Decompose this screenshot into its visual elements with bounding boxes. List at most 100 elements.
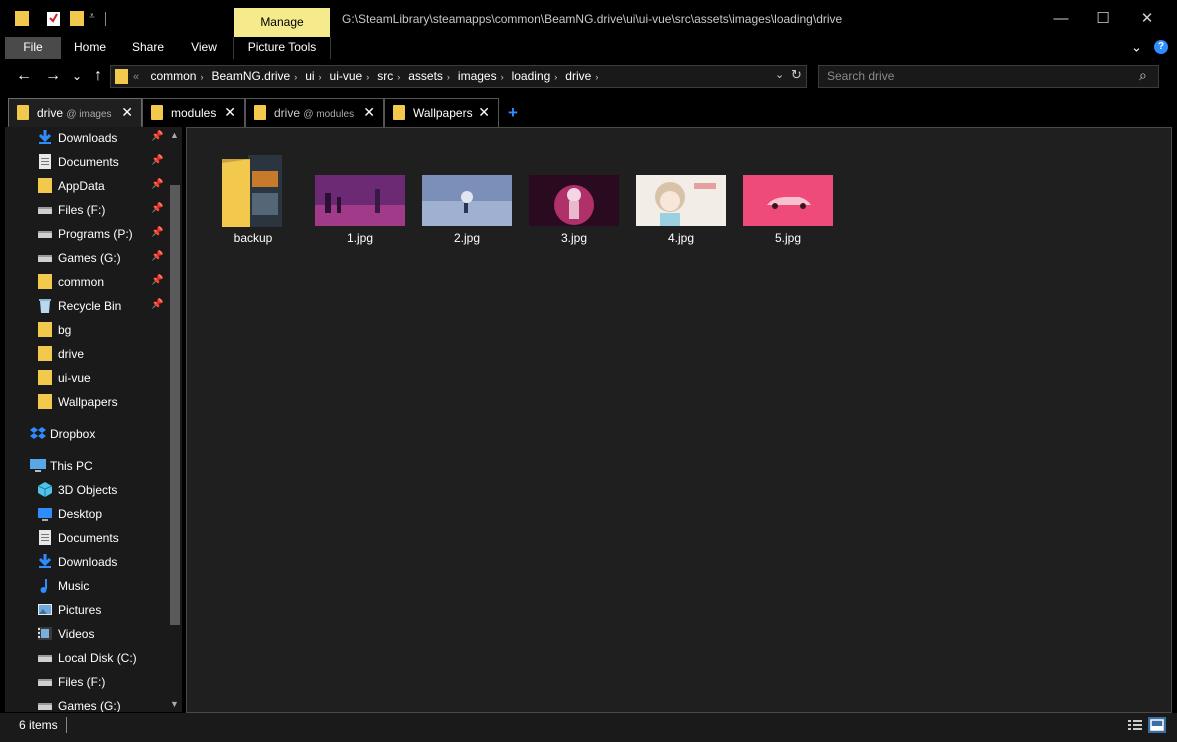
pin-icon[interactable]: 📌 [151,155,163,166]
sidebar-item-desktop[interactable]: Desktop [5,503,165,525]
breadcrumb-overflow[interactable]: « [133,71,139,83]
folder-tab-strip: drive @ images ✕ modules ✕ drive @ modul… [0,94,1177,127]
breadcrumb-item[interactable]: src [377,69,393,83]
breadcrumb-item[interactable]: drive [565,69,591,83]
tab-wallpapers[interactable]: Wallpapers ✕ [384,98,499,127]
address-dropdown-icon[interactable]: ⌄ [775,68,784,81]
sidebar-item-documents[interactable]: Documents [5,527,165,549]
sidebar-item-label: common [58,275,105,289]
pin-icon[interactable]: 📌 [151,179,163,190]
breadcrumb-separator[interactable]: › [319,72,322,82]
sidebar-item-appdata[interactable]: AppData 📌 [5,175,165,197]
breadcrumb-separator[interactable]: › [200,72,203,82]
forward-button[interactable]: → [43,66,63,86]
search-input[interactable]: Search drive ⌕ [818,65,1159,88]
sidebar-item-videos[interactable]: Videos [5,623,165,645]
sidebar-item-dropbox[interactable]: Dropbox [5,423,165,445]
breadcrumb-item[interactable]: BeamNG.drive [211,69,290,83]
large-icons-view-icon[interactable] [1148,717,1166,733]
sidebar-item-downloads[interactable]: Downloads 📌 [5,127,165,149]
home-tab[interactable]: Home [68,37,112,59]
sidebar-item-drive[interactable]: drive [5,343,165,365]
sidebar-item-games-g[interactable]: Games (G:) 📌 [5,247,165,269]
breadcrumb-item[interactable]: ui-vue [330,69,363,83]
pin-icon[interactable]: 📌 [151,275,163,286]
scroll-down-icon[interactable]: ▼ [170,699,179,709]
file-item-backup[interactable]: backup [205,146,301,256]
back-button[interactable]: ← [14,66,34,86]
pin-icon[interactable]: 📌 [151,299,163,310]
sidebar-item-bg[interactable]: bg [5,319,165,341]
maximize-button[interactable]: ☐ [1080,0,1126,37]
sidebar-scrollbar[interactable]: ▲ ▼ [168,127,182,712]
picture-tools-tab[interactable]: Picture Tools [234,37,330,59]
file-item-1[interactable]: 1.jpg [312,146,408,256]
refresh-icon[interactable]: ↻ [791,67,802,83]
new-tab-icon[interactable]: + [508,103,518,123]
breadcrumb-separator[interactable]: › [397,72,400,82]
breadcrumb-separator[interactable]: › [554,72,557,82]
sidebar-item-files-f[interactable]: Files (F:) [5,671,165,693]
file-list[interactable]: backup 1.jpg 2.jpg 3.jpg 4.jpg 5.jpg [186,127,1172,713]
file-tab[interactable]: File [5,37,61,59]
breadcrumb-separator[interactable]: › [294,72,297,82]
view-tab[interactable]: View [184,37,224,59]
sidebar-item-ui-vue[interactable]: ui-vue [5,367,165,389]
details-view-icon[interactable] [1126,717,1144,733]
tab-subtitle: @ modules [303,109,355,120]
breadcrumb-item[interactable]: ui [305,69,314,83]
breadcrumb-item[interactable]: assets [408,69,443,83]
pin-icon[interactable]: 📌 [151,251,163,262]
sidebar-item-wallpapers[interactable]: Wallpapers [5,391,165,413]
sidebar-item-common[interactable]: common 📌 [5,271,165,293]
sidebar-item-files-f[interactable]: Files (F:) 📌 [5,199,165,221]
close-tab-icon[interactable]: ✕ [478,104,490,121]
file-item-5[interactable]: 5.jpg [740,146,836,256]
pin-icon[interactable]: 📌 [151,131,163,142]
breadcrumb-separator[interactable]: › [501,72,504,82]
breadcrumb-item[interactable]: images [458,69,497,83]
sidebar-item-this-pc[interactable]: This PC [5,455,165,477]
sidebar-item-pictures[interactable]: Pictures [5,599,165,621]
sidebar-item-music[interactable]: Music [5,575,165,597]
breadcrumb-separator[interactable]: › [366,72,369,82]
address-bar[interactable]: « common › BeamNG.drive › ui › ui-vue › src › asse… [110,65,807,88]
3d-objects-icon [37,482,53,497]
breadcrumb-item[interactable]: common [150,69,196,83]
recent-locations-button[interactable]: ⌄ [70,66,84,86]
help-icon[interactable]: ? [1154,40,1168,54]
minimize-button[interactable]: — [1038,0,1084,37]
close-tab-icon[interactable]: ✕ [121,104,133,121]
close-button[interactable]: ✕ [1124,0,1170,37]
tab-drive-images[interactable]: drive @ images ✕ [8,98,142,127]
file-item-3[interactable]: 3.jpg [526,146,622,256]
new-folder-icon[interactable] [70,10,84,26]
pin-icon[interactable]: 📌 [151,203,163,214]
sidebar-item-programs-p[interactable]: Programs (P:) 📌 [5,223,165,245]
close-tab-icon[interactable]: ✕ [224,104,236,121]
folder-icon[interactable] [15,10,29,26]
up-button[interactable]: ↑ [88,66,108,86]
tab-drive-modules[interactable]: drive @ modules ✕ [245,98,384,127]
breadcrumb-item[interactable]: loading [512,69,551,83]
properties-icon[interactable] [47,10,60,26]
share-tab[interactable]: Share [126,37,170,59]
file-item-4[interactable]: 4.jpg [633,146,729,256]
pin-icon[interactable]: 📌 [151,227,163,238]
manage-tab[interactable]: Manage [234,8,330,37]
file-item-2[interactable]: 2.jpg [419,146,515,256]
sidebar-item-downloads[interactable]: Downloads [5,551,165,573]
close-tab-icon[interactable]: ✕ [363,104,375,121]
sidebar-item-recycle-bin[interactable]: Recycle Bin 📌 [5,295,165,317]
tab-modules[interactable]: modules ✕ [142,98,245,127]
breadcrumb-separator[interactable]: › [595,72,598,82]
scrollbar-thumb[interactable] [170,185,180,625]
sidebar-item-local-disk-c[interactable]: Local Disk (C:) [5,647,165,669]
sidebar-item-3d-objects[interactable]: 3D Objects [5,479,165,501]
customize-quick-access-icon[interactable]: ⩡ [89,11,95,22]
sidebar-item-games-g[interactable]: Games (G:) [5,695,165,712]
breadcrumb-separator[interactable]: › [447,72,450,82]
sidebar-item-documents[interactable]: Documents 📌 [5,151,165,173]
scroll-up-icon[interactable]: ▲ [170,130,179,140]
expand-ribbon-icon[interactable]: ⌃ [1131,38,1142,54]
